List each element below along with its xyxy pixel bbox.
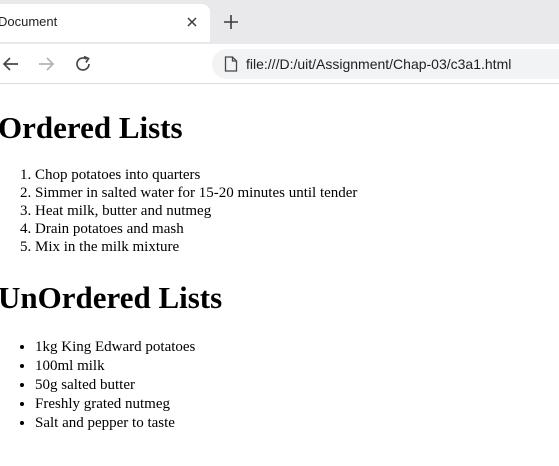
list-item: Chop potatoes into quarters [35, 166, 357, 184]
toolbar: file:///D:/uit/Assignment/Chap-03/c3a1.h… [0, 44, 559, 84]
tab-document[interactable]: Document [0, 4, 210, 42]
list-item: 1kg King Edward potatoes [35, 338, 195, 357]
url-text[interactable]: file:///D:/uit/Assignment/Chap-03/c3a1.h… [246, 56, 511, 72]
back-arrow-icon[interactable] [0, 53, 22, 75]
file-icon [224, 56, 238, 72]
close-icon[interactable] [182, 12, 202, 32]
address-bar[interactable]: file:///D:/uit/Assignment/Chap-03/c3a1.h… [212, 49, 559, 79]
list-item: Heat milk, butter and nutmeg [35, 202, 357, 220]
unordered-list: 1kg King Edward potatoes 100ml milk 50g … [35, 338, 195, 433]
ordered-lists-heading: Ordered Lists [0, 110, 183, 145]
list-item: Freshly grated nutmeg [35, 395, 195, 414]
reload-icon[interactable] [72, 53, 94, 75]
list-item: 100ml milk [35, 357, 195, 376]
page-content: Ordered Lists Chop potatoes into quarter… [0, 84, 559, 466]
list-item: Drain potatoes and mash [35, 220, 357, 238]
ordered-list: Chop potatoes into quarters Simmer in sa… [35, 166, 357, 256]
list-item: 50g salted butter [35, 376, 195, 395]
list-item: Salt and pepper to taste [35, 414, 195, 433]
unordered-lists-heading: UnOrdered Lists [0, 280, 223, 315]
browser-chrome: Document file:///D:/uit/Assignment/Chap-… [0, 0, 559, 84]
list-item: Simmer in salted water for 15-20 minutes… [35, 184, 357, 202]
new-tab-icon[interactable] [220, 11, 242, 33]
tab-strip: Document [0, 0, 559, 44]
tab-title: Document [0, 14, 58, 29]
list-item: Mix in the milk mixture [35, 238, 357, 256]
forward-arrow-icon[interactable] [35, 53, 57, 75]
